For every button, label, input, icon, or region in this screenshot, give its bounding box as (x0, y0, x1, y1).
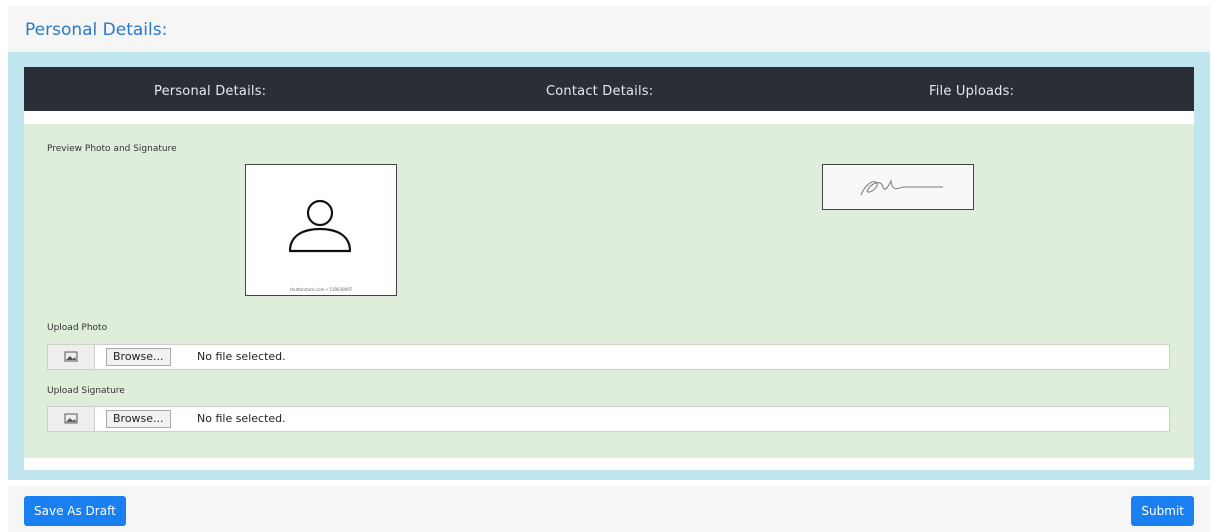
upload-signature-input[interactable]: Browse... No file selected. (47, 406, 1170, 432)
photo-file-status: No file selected. (197, 350, 286, 363)
upload-panel: Preview Photo and Signature shutterstock… (24, 124, 1194, 458)
page-title: Personal Details: (25, 20, 168, 40)
step-tabs: Personal Details: Contact Details: File … (24, 67, 1194, 111)
signature-image (860, 179, 943, 196)
photo-preview: shutterstock.com • 519039097 (245, 164, 397, 296)
form-container: Personal Details: Contact Details: File … (8, 52, 1210, 480)
submit-button[interactable]: Submit (1131, 496, 1194, 526)
preview-label: Preview Photo and Signature (47, 144, 177, 154)
upload-photo-input[interactable]: Browse... No file selected. (47, 344, 1170, 370)
save-as-draft-button[interactable]: Save As Draft (24, 496, 126, 526)
person-placeholder-icon (288, 199, 352, 253)
photo-watermark: shutterstock.com • 519039097 (289, 287, 353, 292)
tab-personal-details[interactable]: Personal Details: (154, 84, 266, 99)
signature-preview (822, 164, 974, 210)
tab-file-uploads[interactable]: File Uploads: (929, 84, 1014, 99)
upload-signature-label: Upload Signature (47, 386, 125, 396)
browse-photo-button[interactable]: Browse... (106, 348, 171, 366)
signature-file-status: No file selected. (197, 412, 286, 425)
image-icon (48, 407, 95, 431)
form-footer: Save As Draft Submit (8, 486, 1210, 532)
page-header: Personal Details: (8, 6, 1210, 52)
tab-content: Preview Photo and Signature shutterstock… (24, 111, 1194, 470)
image-icon (48, 345, 95, 369)
tab-contact-details[interactable]: Contact Details: (546, 84, 653, 99)
browse-signature-button[interactable]: Browse... (106, 410, 171, 428)
upload-photo-label: Upload Photo (47, 323, 108, 333)
